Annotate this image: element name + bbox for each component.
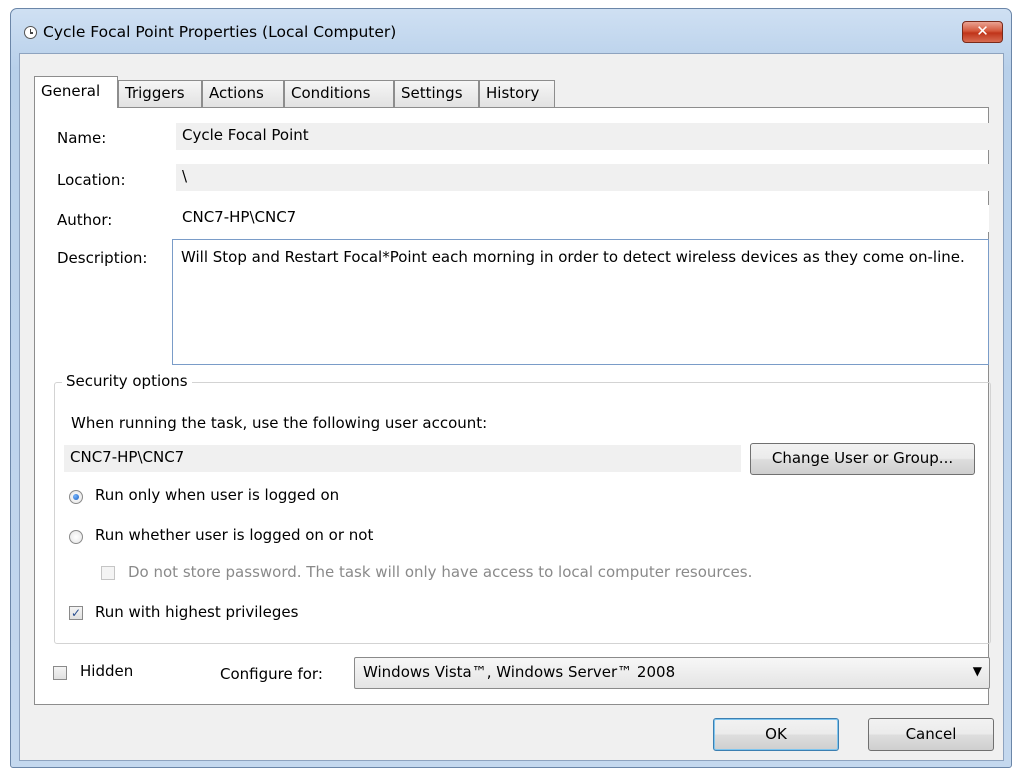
- properties-dialog: Cycle Focal Point Properties (Local Comp…: [10, 8, 1012, 768]
- run-whether-radio[interactable]: [69, 530, 83, 544]
- window-title: Cycle Focal Point Properties (Local Comp…: [43, 23, 397, 41]
- name-label: Name:: [57, 129, 107, 147]
- location-label: Location:: [57, 171, 126, 189]
- configure-for-value: Windows Vista™, Windows Server™ 2008: [363, 663, 676, 681]
- location-field[interactable]: \: [176, 164, 989, 191]
- account-prompt: When running the task, use the following…: [71, 414, 488, 432]
- dropdown-arrow-icon: ▼: [972, 664, 982, 678]
- run-whether-label[interactable]: Run whether user is logged on or not: [95, 526, 373, 544]
- hidden-checkbox[interactable]: [53, 666, 67, 680]
- user-account-field: CNC7-HP\CNC7: [64, 445, 741, 472]
- tab-triggers[interactable]: Triggers: [118, 80, 202, 107]
- author-field[interactable]: CNC7-HP\CNC7: [176, 205, 989, 232]
- configure-for-label: Configure for:: [220, 665, 323, 683]
- tab-actions[interactable]: Actions: [202, 80, 284, 107]
- name-field[interactable]: Cycle Focal Point: [176, 123, 989, 150]
- cancel-button[interactable]: Cancel: [868, 718, 994, 751]
- no-store-password-checkbox[interactable]: [101, 566, 115, 580]
- tab-settings[interactable]: Settings: [394, 80, 479, 107]
- tab-general[interactable]: General: [34, 76, 118, 108]
- dialog-client-area: General Triggers Actions Conditions Sett…: [19, 53, 1004, 761]
- description-label: Description:: [57, 249, 148, 267]
- close-button[interactable]: ✕: [962, 21, 1003, 43]
- tab-conditions[interactable]: Conditions: [284, 80, 394, 107]
- title-bar[interactable]: Cycle Focal Point Properties (Local Comp…: [11, 9, 1011, 55]
- tab-history[interactable]: History: [479, 80, 555, 107]
- no-store-password-label: Do not store password. The task will onl…: [128, 563, 753, 581]
- change-user-button[interactable]: Change User or Group...: [750, 443, 975, 475]
- ok-button[interactable]: OK: [713, 718, 839, 751]
- description-text: Will Stop and Restart Focal*Point each m…: [181, 248, 965, 266]
- highest-privileges-checkbox[interactable]: ✓: [69, 606, 83, 620]
- security-options-title: Security options: [62, 372, 192, 390]
- run-logged-on-radio[interactable]: [69, 490, 83, 504]
- run-logged-on-label[interactable]: Run only when user is logged on: [95, 486, 339, 504]
- hidden-label[interactable]: Hidden: [80, 662, 133, 680]
- description-textarea[interactable]: Will Stop and Restart Focal*Point each m…: [172, 239, 989, 365]
- highest-privileges-label[interactable]: Run with highest privileges: [95, 603, 298, 621]
- author-label: Author:: [57, 211, 113, 229]
- clock-icon: [24, 26, 37, 39]
- configure-for-select[interactable]: Windows Vista™, Windows Server™ 2008 ▼: [354, 657, 990, 689]
